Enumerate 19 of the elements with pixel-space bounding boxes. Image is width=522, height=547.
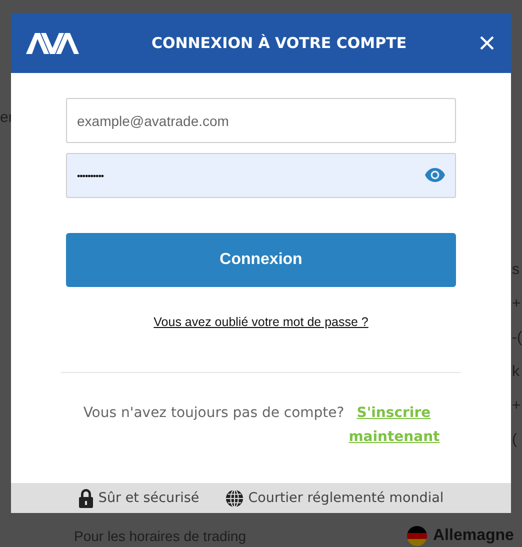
page-text: -( bbox=[512, 328, 522, 348]
signup-prompt: Vous n'avez toujours pas de compte? S'inscrire maintenant bbox=[71, 401, 451, 449]
flag-icon bbox=[407, 526, 427, 546]
email-field[interactable]: example@avatrade.com bbox=[66, 98, 456, 143]
login-button[interactable]: Connexion bbox=[66, 233, 456, 287]
trust-label: Courtier réglementé mondial bbox=[248, 490, 444, 506]
eye-icon[interactable] bbox=[425, 168, 445, 182]
page-text: + bbox=[512, 396, 522, 416]
globe-icon bbox=[225, 488, 244, 508]
page-text: ( bbox=[512, 430, 518, 450]
country-name: Allemagne bbox=[433, 527, 514, 545]
lock-icon bbox=[78, 488, 94, 508]
close-button[interactable] bbox=[479, 35, 495, 51]
forgot-password-link[interactable]: Vous avez oublié votre mot de passe ? bbox=[154, 315, 368, 329]
trust-label: Sûr et sécurisé bbox=[98, 490, 200, 506]
logo-icon bbox=[26, 32, 79, 54]
dialog-title: CONNEXION À VOTRE COMPTE bbox=[150, 34, 408, 52]
password-field[interactable]: •••••••••• bbox=[66, 153, 456, 198]
page-text: + bbox=[512, 294, 522, 314]
